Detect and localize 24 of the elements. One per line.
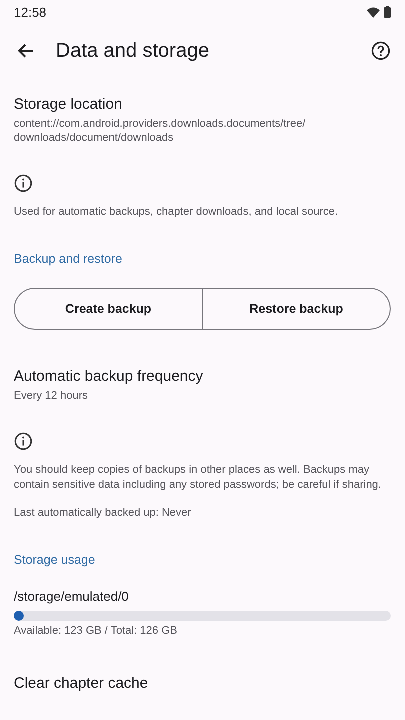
storage-summary: Available: 123 GB / Total: 126 GB bbox=[14, 625, 178, 637]
info-icon bbox=[14, 174, 33, 193]
info-text: You should keep copies of backups in other places as well. Backups may contain sensitive data including any stored passwords; be careful if sharing. bbox=[14, 463, 382, 493]
setting-title: Storage location bbox=[14, 95, 124, 115]
help-icon bbox=[371, 41, 391, 61]
setting-title: Automatic backup frequency bbox=[14, 367, 204, 387]
help-button[interactable] bbox=[369, 39, 393, 63]
setting-item[interactable]: Automatic backup frequency Every 12 hours bbox=[14, 350, 391, 418]
storage-path: /storage/emulated/0 bbox=[14, 589, 130, 604]
info-icon bbox=[14, 432, 33, 451]
last-backup-text: Last automatically backed up: Never bbox=[14, 506, 192, 521]
setting-summary: Every 12 hours bbox=[14, 389, 89, 403]
battery-icon bbox=[384, 6, 391, 18]
page-title: Data and storage bbox=[56, 40, 210, 62]
setting-title: Clear chapter cache bbox=[14, 674, 150, 694]
setting-item[interactable]: Storage location content://com.android.providers.downloads.documents/tree/downloads/document/downloads bbox=[14, 78, 391, 160]
restore-backup-button[interactable]: Restore backup bbox=[203, 288, 391, 330]
info-text: Used for automatic backups, chapter downloads, and local source. bbox=[14, 205, 340, 220]
wifi-icon bbox=[367, 6, 380, 18]
create-backup-button[interactable]: Create backup bbox=[14, 288, 203, 330]
clock: 12:58 bbox=[14, 4, 47, 20]
section-header: Storage usage bbox=[14, 552, 96, 569]
section-header: Backup and restore bbox=[14, 251, 124, 268]
setting-summary: content://com.android.providers.downloads.documents/tree/downloads/document/downloads bbox=[14, 117, 307, 145]
